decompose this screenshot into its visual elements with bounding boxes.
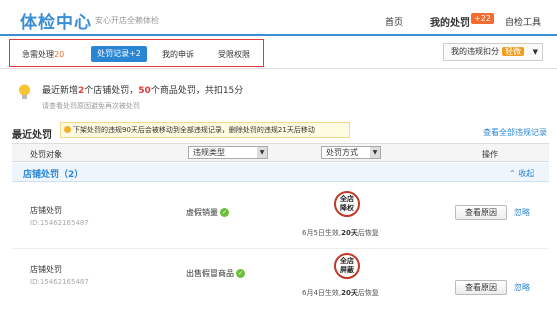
tab-bar: 急需处理20 处罚记录+2 我的申诉 受限权限 (9, 39, 264, 67)
notice-hint: 请查看处罚原因避免再次被处罚 (42, 102, 140, 110)
ignore-link[interactable]: 忽略 (514, 282, 530, 293)
score-level-badge: 轻微 (502, 47, 524, 56)
tip-icon (64, 126, 71, 133)
view-reason-button[interactable]: 查看原因 (455, 205, 507, 220)
check-icon: ✓ (220, 208, 229, 217)
retention-tip: 下架处罚的违规90天后会被移动到全部违规记录，删除处罚的违规21天后移动 (60, 122, 350, 138)
notice-text: 最近新增 (42, 86, 79, 96)
stamp-line: 屏蔽 (340, 266, 354, 274)
violation-type: 出售假冒商品 ✓ (186, 268, 245, 279)
tab-my-appeals[interactable]: 我的申诉 (162, 49, 194, 60)
effective-tail: 后恢复 (357, 229, 379, 237)
nav-my-penalties[interactable]: 我的处罚 (430, 14, 470, 29)
effective-tail: 后恢复 (357, 289, 379, 297)
penalty-object-id: ID:15462165487 (30, 278, 89, 286)
effective-date: 6月4日生效, (302, 289, 342, 297)
notice-text: 个店铺处罚， (84, 86, 139, 96)
table-row: 店铺处罚 ID:15462165487 出售假冒商品 ✓ 全店 屏蔽 6月4日生效,… (12, 250, 549, 309)
penalty-stamp: 全店 降权 (334, 191, 360, 217)
violation-type: 虚假销量 ✓ (186, 207, 229, 218)
table-row: 店铺处罚 ID:15462165487 虚假销量 ✓ 全店 降权 6月5日生效,20… (12, 183, 549, 249)
penalty-object-name: 店铺处罚 (30, 206, 62, 215)
brand-slogan: 安心开店全赖体检 (95, 16, 159, 25)
ignore-link[interactable]: 忽略 (514, 207, 530, 218)
group-title: 店铺处罚（2） (23, 170, 84, 180)
score-label: 我的违规扣分 (451, 47, 499, 56)
brand-title[interactable]: 体检中心 (20, 8, 92, 33)
tip-text: 下架处罚的违规90天后会被移动到全部违规记录，删除处罚的违规21天后移动 (73, 126, 315, 134)
collapse-toggle[interactable]: ⌃ 收起 (509, 168, 534, 179)
lightbulb-icon (19, 84, 30, 99)
tab-urgent-count: 20 (54, 50, 65, 59)
violation-type-select[interactable]: 违规类型 ▼ (188, 146, 268, 159)
chevron-down-icon: ▼ (370, 147, 380, 158)
effective-date: 6月5日生效, (302, 229, 342, 237)
stamp-line: 降权 (340, 204, 354, 212)
violation-type-text: 虚假销量 (186, 208, 218, 217)
tab-urgent[interactable]: 急需处理20 (22, 49, 64, 60)
tab-restricted-permissions[interactable]: 受限权限 (218, 49, 250, 60)
violation-type-text: 出售假冒商品 (186, 269, 234, 278)
tab-divider (0, 68, 557, 69)
penalty-object-id: ID:15462165487 (30, 219, 89, 227)
table-header: 处罚对象 违规类型 ▼ 处罚方式 ▼ 操作 (12, 143, 549, 162)
product-penalty-count: 50 (138, 86, 151, 96)
penalty-count-badge: +22 (471, 13, 494, 24)
view-all-records-link[interactable]: 查看全部违规记录 (483, 127, 547, 138)
notice-summary: 最近新增2个店铺处罚，50个商品处罚，共扣15分 (42, 83, 243, 96)
nav-self-check-tools[interactable]: 自检工具 (505, 15, 541, 28)
recovery-days: 20天 (341, 289, 358, 297)
tab-penalty-records[interactable]: 处罚记录+2 (91, 46, 147, 62)
col-penalty-object: 处罚对象 (30, 150, 62, 159)
select-value: 处罚方式 (326, 148, 358, 157)
penalty-method-select[interactable]: 处罚方式 ▼ (321, 146, 381, 159)
chevron-down-icon: ▼ (532, 48, 538, 56)
effective-info: 6月5日生效,20天后恢复 (302, 228, 379, 238)
effective-info: 6月4日生效,20天后恢复 (302, 288, 379, 298)
view-reason-button[interactable]: 查看原因 (455, 280, 507, 295)
chevron-down-icon: ▼ (257, 147, 267, 158)
check-icon: ✓ (236, 269, 245, 278)
shop-penalty-group: 店铺处罚（2） ⌃ 收起 (12, 163, 549, 182)
nav-home[interactable]: 首页 (385, 15, 403, 28)
stamp-line: 全店 (340, 195, 354, 203)
penalty-stamp: 全店 屏蔽 (334, 253, 360, 279)
notice-text: 个商品处罚，共扣15分 (150, 86, 244, 96)
penalty-object-name: 店铺处罚 (30, 265, 62, 274)
top-header: 体检中心 安心开店全赖体检 首页 我的处罚 +22 自检工具 (0, 0, 557, 36)
col-action: 操作 (482, 150, 498, 159)
stamp-line: 全店 (340, 257, 354, 265)
tab-urgent-label: 急需处理 (22, 50, 54, 59)
section-title: 最近处罚 (12, 130, 52, 141)
recovery-days: 20天 (341, 229, 358, 237)
violation-score-dropdown[interactable]: 我的违规扣分 轻微 ▼ (443, 43, 543, 61)
select-value: 违规类型 (193, 148, 225, 157)
